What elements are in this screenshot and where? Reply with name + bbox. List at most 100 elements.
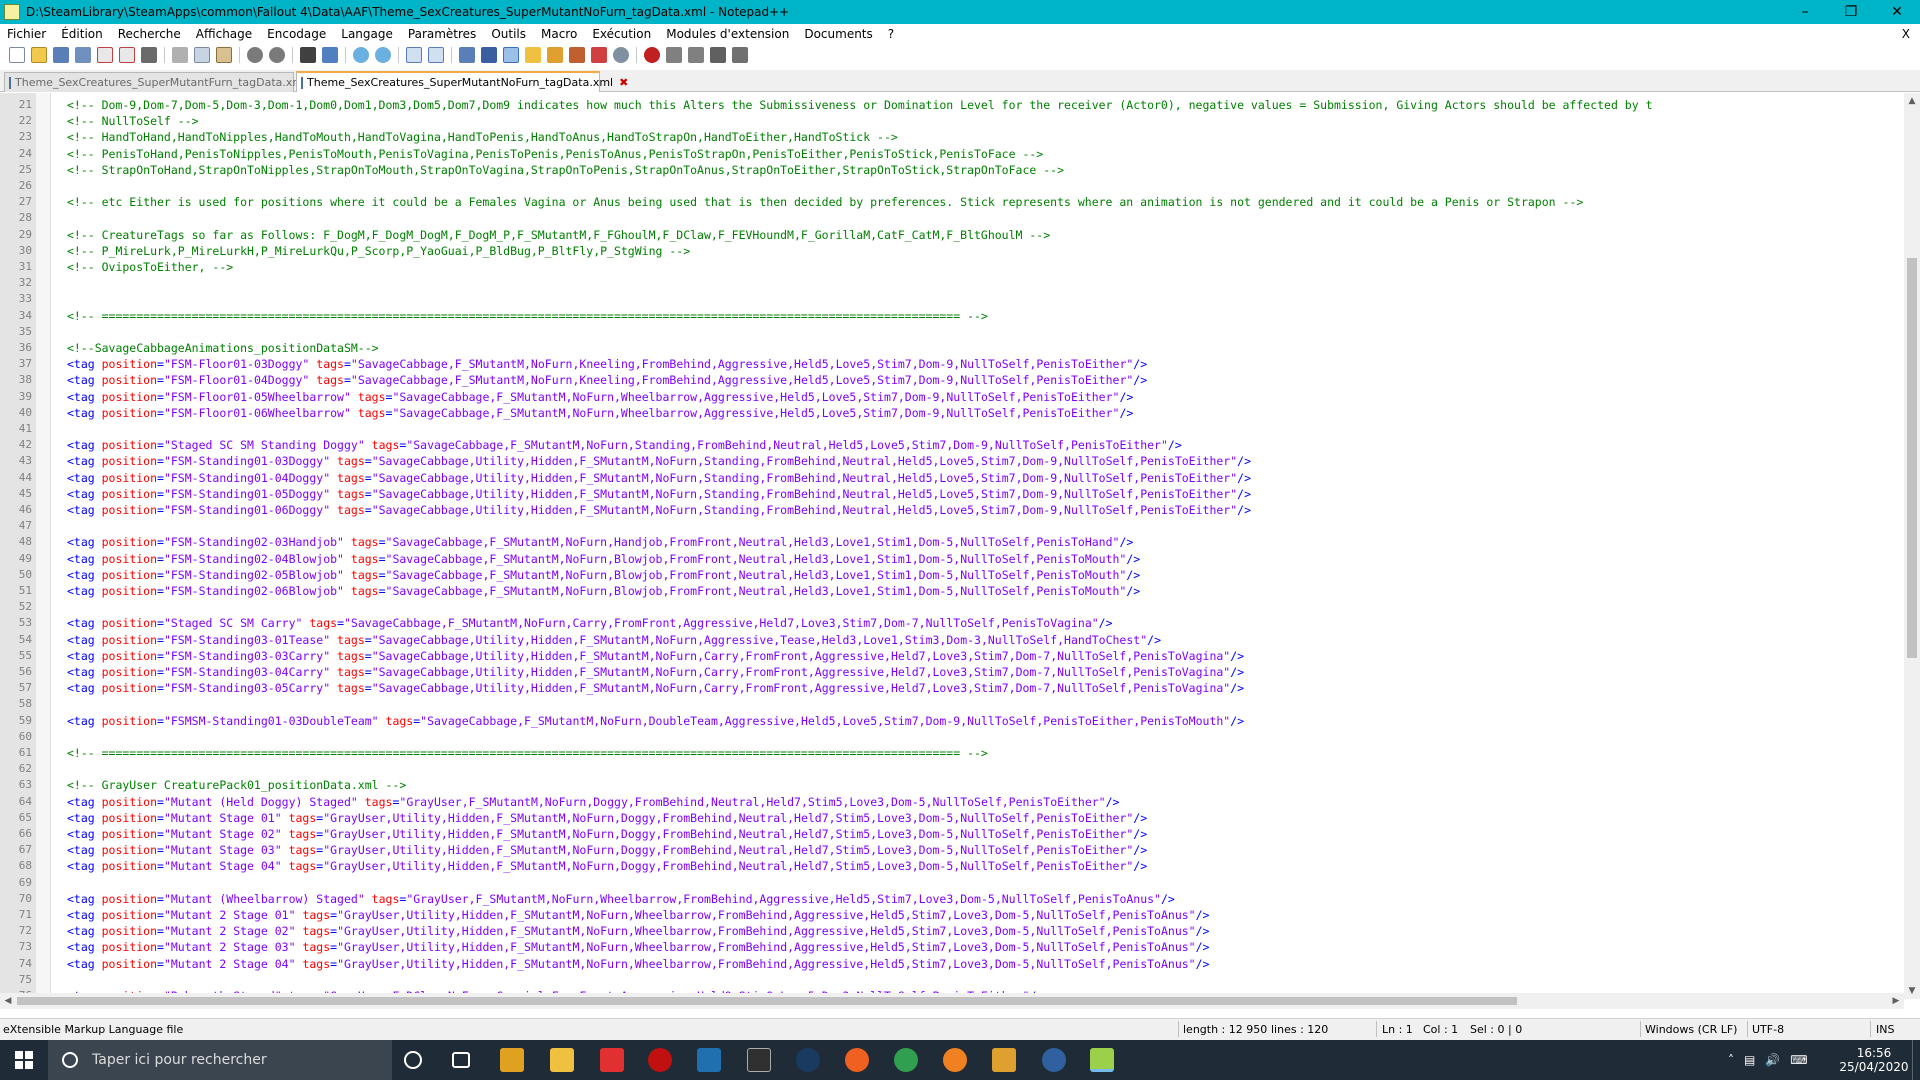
restore-button[interactable]: ❐ <box>1828 0 1874 24</box>
scroll-down-icon[interactable]: ▼ <box>1904 983 1920 999</box>
tab-supermutant-furn[interactable]: Theme_SexCreatures_SuperMutantFurn_tagDa… <box>4 72 321 92</box>
menu-fichier[interactable]: Fichier <box>0 27 54 41</box>
origin-icon[interactable] <box>845 1048 869 1072</box>
code-line[interactable]: 36 <!--SavageCabbageAnimations_positionDa… <box>0 340 1904 356</box>
scroll-up-icon[interactable]: ▲ <box>1904 93 1920 109</box>
code-line[interactable]: 21 <!-- Dom-9,Dom-7,Dom-5,Dom-3,Dom-1,Dom… <box>0 97 1904 113</box>
code-line[interactable]: 30 <!-- P_MireLurk,P_MireLurkH,P_MireLurk… <box>0 243 1904 259</box>
code-line[interactable]: 43 <tag position="FSM-Standing01-03Doggy"… <box>0 453 1904 469</box>
function-list-icon[interactable] <box>547 47 563 63</box>
chrome-icon[interactable] <box>894 1048 918 1072</box>
code-line[interactable]: 47 <box>0 518 1904 534</box>
code-line[interactable]: 65 <tag position="Mutant Stage 01" tags="… <box>0 810 1904 826</box>
code-line[interactable]: 55 <tag position="FSM-Standing03-03Carry"… <box>0 648 1904 664</box>
close-document-button[interactable]: X <box>1895 27 1920 41</box>
doc-map-icon[interactable] <box>525 47 541 63</box>
code-line[interactable]: 27 <!-- etc Either is used for positions … <box>0 194 1904 210</box>
code-line[interactable]: 37 <tag position="FSM-Floor01-03Doggy" ta… <box>0 356 1904 372</box>
stop-macro-icon[interactable] <box>666 47 682 63</box>
show-desktop-button[interactable] <box>1912 1040 1920 1080</box>
zoom-out-icon[interactable] <box>375 47 391 63</box>
find-icon[interactable] <box>300 47 316 63</box>
code-line[interactable]: 70 <tag position="Mutant (Wheelbarrow) St… <box>0 891 1904 907</box>
code-line[interactable]: 39 <tag position="FSM-Floor01-05Wheelbarr… <box>0 389 1904 405</box>
epic-games-icon[interactable] <box>747 1048 771 1072</box>
scroll-thumb[interactable] <box>1907 258 1917 658</box>
code-line[interactable]: 73 <tag position="Mutant 2 Stage 03" tags… <box>0 939 1904 955</box>
game-app-icon[interactable] <box>992 1048 1016 1072</box>
code-line[interactable]: 50 <tag position="FSM-Standing02-05Blowjo… <box>0 567 1904 583</box>
code-line[interactable]: 67 <tag position="Mutant Stage 03" tags="… <box>0 842 1904 858</box>
code-line[interactable]: 29 <!-- CreatureTags so far as Follows: F… <box>0 227 1904 243</box>
close-all-icon[interactable] <box>119 47 135 63</box>
chevron-up-icon[interactable]: ˄ <box>1728 1053 1734 1067</box>
close-window-button[interactable]: ✕ <box>1874 0 1920 24</box>
cortana-icon[interactable] <box>404 1051 422 1069</box>
launcher-icon[interactable] <box>1042 1048 1066 1072</box>
code-line[interactable]: 26 <box>0 178 1904 194</box>
code-line[interactable]: 53 <tag position="Staged SC SM Carry" tag… <box>0 615 1904 631</box>
code-editor[interactable]: 21 <!-- Dom-9,Dom-7,Dom-5,Dom-3,Dom-1,Dom… <box>0 93 1904 999</box>
open-file-icon[interactable] <box>31 47 47 63</box>
code-line[interactable]: 74 <tag position="Mutant 2 Stage 04" tags… <box>0 956 1904 972</box>
menu-execution[interactable]: Exécution <box>585 27 659 41</box>
eye-icon[interactable] <box>613 47 629 63</box>
code-line[interactable]: 63 <!-- GrayUser CreaturePack01_positionD… <box>0 777 1904 793</box>
code-line[interactable]: 58 <box>0 696 1904 712</box>
taskbar-search[interactable]: Taper ici pour rechercher <box>48 1040 392 1080</box>
code-line[interactable]: 62 <box>0 761 1904 777</box>
cut-icon[interactable] <box>172 47 188 63</box>
volume-icon[interactable]: 🔊 <box>1765 1053 1780 1067</box>
play-macro-icon[interactable] <box>688 47 704 63</box>
menu-parametres[interactable]: Paramètres <box>401 27 484 41</box>
code-line[interactable]: 31 <!-- OviposToEither, --> <box>0 259 1904 275</box>
undo-icon[interactable] <box>247 47 263 63</box>
code-line[interactable]: 28 <box>0 210 1904 226</box>
vertical-scrollbar[interactable]: ▲ ▼ <box>1904 93 1920 999</box>
show-all-chars-icon[interactable] <box>481 47 497 63</box>
menu-encodage[interactable]: Encodage <box>260 27 334 41</box>
code-line[interactable]: 57 <tag position="FSM-Standing03-05Carry"… <box>0 680 1904 696</box>
sync-horizontal-icon[interactable] <box>428 47 444 63</box>
code-line[interactable]: 61 <!-- =================================… <box>0 745 1904 761</box>
paste-icon[interactable] <box>216 47 232 63</box>
scroll-right-icon[interactable]: ▶ <box>1888 993 1904 1009</box>
menu-langage[interactable]: Langage <box>334 27 401 41</box>
code-line[interactable]: 44 <tag position="FSM-Standing01-04Doggy"… <box>0 470 1904 486</box>
file-explorer-icon[interactable] <box>550 1048 574 1072</box>
code-line[interactable]: 32 <box>0 275 1904 291</box>
code-line[interactable]: 38 <tag position="FSM-Floor01-04Doggy" ta… <box>0 372 1904 388</box>
code-line[interactable]: 42 <tag position="Staged SC SM Standing D… <box>0 437 1904 453</box>
replace-icon[interactable] <box>322 47 338 63</box>
code-line[interactable]: 69 <box>0 875 1904 891</box>
code-line[interactable]: 35 <box>0 324 1904 340</box>
code-line[interactable]: 48 <tag position="FSM-Standing02-03Handjo… <box>0 534 1904 550</box>
start-button[interactable] <box>0 1040 48 1080</box>
code-line[interactable]: 66 <tag position="Mutant Stage 02" tags="… <box>0 826 1904 842</box>
firefox-icon[interactable] <box>943 1048 967 1072</box>
code-line[interactable]: 41 <box>0 421 1904 437</box>
code-line[interactable]: 68 <tag position="Mutant Stage 04" tags="… <box>0 858 1904 874</box>
scroll-left-icon[interactable]: ◀ <box>0 993 16 1009</box>
code-line[interactable]: 34 <!-- =================================… <box>0 308 1904 324</box>
tab-supermutant-nofurn[interactable]: Theme_SexCreatures_SuperMutantNoFurn_tag… <box>296 71 628 92</box>
monitoring-icon[interactable] <box>591 47 607 63</box>
steam-icon[interactable] <box>796 1048 820 1072</box>
record-icon[interactable] <box>648 1048 672 1072</box>
code-line[interactable]: 52 <box>0 599 1904 615</box>
scroll-thumb[interactable] <box>17 997 1517 1005</box>
code-line[interactable]: 40 <tag position="FSM-Floor01-06Wheelbarr… <box>0 405 1904 421</box>
save-all-icon[interactable] <box>75 47 91 63</box>
close-icon[interactable] <box>97 47 113 63</box>
menu-help[interactable]: ? <box>881 27 902 41</box>
code-line[interactable]: 33 <box>0 291 1904 307</box>
zoom-in-icon[interactable] <box>353 47 369 63</box>
code-line[interactable]: 60 <box>0 729 1904 745</box>
code-line[interactable]: 54 <tag position="FSM-Standing03-01Tease"… <box>0 632 1904 648</box>
minimize-button[interactable]: – <box>1782 0 1828 24</box>
code-line[interactable]: 22 <!-- NullToSelf --> <box>0 113 1904 129</box>
save-macro-icon[interactable] <box>732 47 748 63</box>
new-file-icon[interactable] <box>9 47 25 63</box>
clock[interactable]: 16:56 25/04/2020 <box>1836 1040 1912 1080</box>
code-line[interactable]: 49 <tag position="FSM-Standing02-04Blowjo… <box>0 551 1904 567</box>
